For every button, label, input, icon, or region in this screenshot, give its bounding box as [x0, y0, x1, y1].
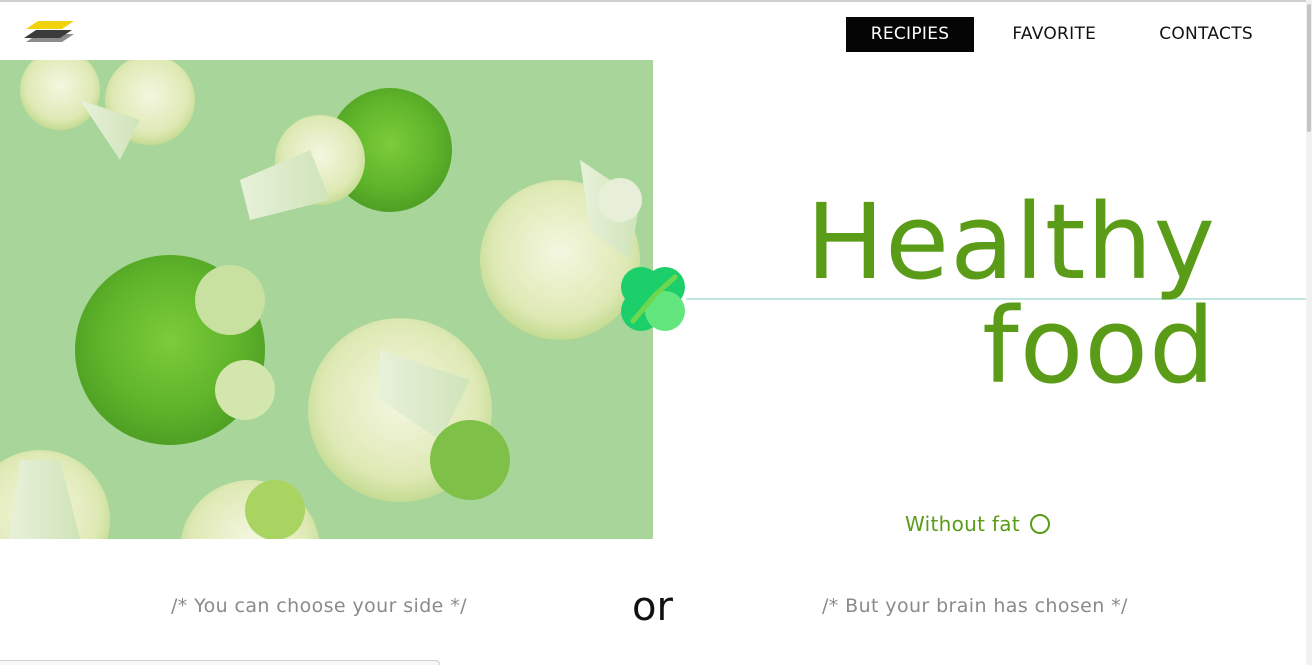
left-comment: /* You can choose your side */: [171, 595, 467, 617]
without-fat-radio[interactable]: [1029, 514, 1050, 534]
page: RECIPIES FAVORITE CONTACTS Healthy food …: [0, 0, 1312, 665]
without-fat-filter[interactable]: Without fat: [905, 512, 1050, 536]
page-title: Healthy food: [806, 190, 1216, 398]
layers-logo-icon[interactable]: [24, 18, 76, 46]
nav-favorite[interactable]: FAVORITE: [987, 17, 1121, 52]
title-line-2: food: [982, 285, 1216, 407]
title-line-1: Healthy: [805, 181, 1216, 303]
site-header: RECIPIES FAVORITE CONTACTS: [0, 2, 1306, 60]
nav-contacts[interactable]: CONTACTS: [1134, 17, 1278, 52]
bottom-panel-edge: [0, 660, 440, 665]
cauliflower-broccoli-image: [0, 60, 653, 539]
without-fat-label: Without fat: [905, 512, 1020, 536]
scrollbar-thumb[interactable]: [1307, 4, 1311, 132]
or-label: or: [632, 584, 673, 630]
scrollbar[interactable]: [1306, 0, 1312, 665]
clover-leaf-icon: [619, 265, 689, 335]
nav-recipies[interactable]: RECIPIES: [845, 17, 975, 52]
main-nav: RECIPIES FAVORITE CONTACTS: [845, 17, 1278, 52]
right-comment: /* But your brain has chosen */: [822, 595, 1128, 617]
